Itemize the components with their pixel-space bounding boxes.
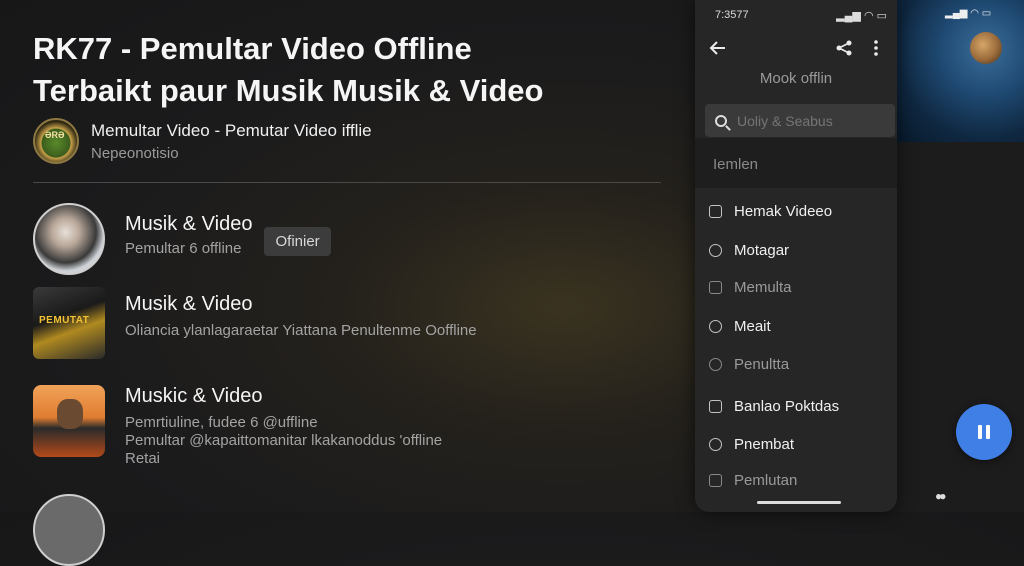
offline-badge[interactable]: Ofinier: [264, 227, 331, 256]
section-label: Iemlen: [713, 156, 759, 173]
video-thumbnail[interactable]: PEMUTAT: [33, 287, 105, 359]
menu-item-label: Hemak Videeo: [734, 203, 833, 220]
menu-item-label: Memulta: [734, 279, 792, 296]
status-bar-icons: ▂▄▆ ◠ ▭: [945, 8, 992, 19]
divider: [33, 182, 661, 183]
list-item-subtitle-line: Pemrtiuline, fudee 6 @uffline: [125, 414, 318, 431]
list-item[interactable]: Musik & Video Pemultar 6 offline Ofinier: [33, 203, 331, 275]
avatar[interactable]: [33, 203, 105, 275]
more-vert-icon[interactable]: [865, 37, 887, 59]
search-icon: [715, 114, 727, 127]
list-item-subtitle-line: Retai: [125, 450, 161, 467]
avatar[interactable]: [33, 494, 105, 566]
menu-item[interactable]: Penultta: [709, 356, 789, 373]
video-thumbnail[interactable]: [33, 385, 105, 457]
channel-row[interactable]: ƏRƏ Memultar Video - Pemutar Video iffli…: [33, 118, 372, 164]
check-icon: [709, 438, 722, 451]
menu-item[interactable]: Pemlutan: [709, 472, 797, 489]
channel-subtitle: Nepeonotisio: [91, 144, 179, 162]
side-panel: [897, 142, 1024, 512]
menu-item-label: Meait: [734, 318, 771, 335]
square-icon: [709, 474, 722, 487]
back-arrow-icon[interactable]: [707, 37, 729, 59]
title-line-1: RK77 - Pemultar Video Offline: [33, 31, 472, 66]
share-icon[interactable]: [833, 37, 855, 59]
menu-item[interactable]: Banlao Poktdas: [709, 398, 839, 415]
page-title: RK77 - Pemultar Video Offline Terbaikt p…: [33, 28, 673, 112]
planet-image: [970, 32, 1002, 64]
shield-icon: [709, 358, 722, 371]
channel-avatar[interactable]: ƏRƏ: [33, 118, 79, 164]
section-header: Iemlen: [695, 138, 897, 188]
menu-item[interactable]: Memulta: [709, 279, 792, 296]
list-item-title[interactable]: Musik & Video: [125, 293, 477, 316]
pause-button[interactable]: [956, 404, 1012, 460]
list-item-subtitle: Pemultar 6 offline: [125, 240, 242, 257]
clock-icon: [709, 400, 722, 413]
menu-item[interactable]: Motagar: [709, 242, 789, 259]
list-item-subtitle-line: Pemultar @kapaittomanitar lkakanoddus 'o…: [125, 432, 443, 449]
title-line-2: Terbaikt paur Musik Musik & Video: [33, 73, 544, 108]
status-icons: ▂▄▆ ◠ ▭: [836, 10, 887, 22]
clock-icon: [709, 205, 722, 218]
thumbnail-text: PEMUTAT: [39, 315, 90, 326]
square-icon: [709, 281, 722, 294]
list-item-subtitle: Oliancia ylanlagaraetar Yiattana Penulte…: [125, 322, 477, 339]
status-bar: 7:3577 ▂▄▆ ◠ ▭: [715, 9, 887, 22]
menu-item-label: Motagar: [734, 242, 790, 259]
search-bar[interactable]: [705, 104, 895, 137]
status-time: 7:3577: [715, 9, 749, 21]
home-indicator[interactable]: [757, 501, 841, 504]
list-item[interactable]: Muskic & Video Pemrtiuline, fudee 6 @uff…: [33, 385, 442, 468]
menu-item[interactable]: Meait: [709, 318, 771, 335]
channel-name[interactable]: Memultar Video - Pemutar Video ifflie: [91, 121, 372, 141]
menu-item[interactable]: Hemak Videeo: [709, 203, 832, 220]
list-item[interactable]: PEMUTAT Musik & Video Oliancia ylanlagar…: [33, 287, 477, 359]
menu-item-label: Pemlutan: [734, 472, 798, 489]
list-item-title[interactable]: Muskic & Video: [125, 385, 442, 408]
background-image: [897, 0, 1024, 142]
search-input[interactable]: [735, 111, 889, 130]
menu-item[interactable]: Pnembat: [709, 436, 794, 453]
pause-icon: [978, 425, 990, 439]
menu-item-label: Pnembat: [734, 436, 795, 453]
menu-item-label: Banlao Poktdas: [734, 398, 840, 415]
dots-icon[interactable]: ●●: [935, 489, 946, 503]
circle-icon: [709, 244, 722, 257]
channel-avatar-text: ƏRƏ: [45, 130, 65, 140]
list-item-title[interactable]: Musik & Video: [125, 213, 252, 236]
toolbar: [707, 36, 887, 60]
menu-item-label: Penultta: [734, 356, 790, 373]
phone-panel: 7:3577 ▂▄▆ ◠ ▭ Mook offlin Iemlen Hemak …: [695, 0, 897, 512]
check-icon: [709, 320, 722, 333]
panel-subtitle: Mook offlin: [759, 70, 833, 87]
